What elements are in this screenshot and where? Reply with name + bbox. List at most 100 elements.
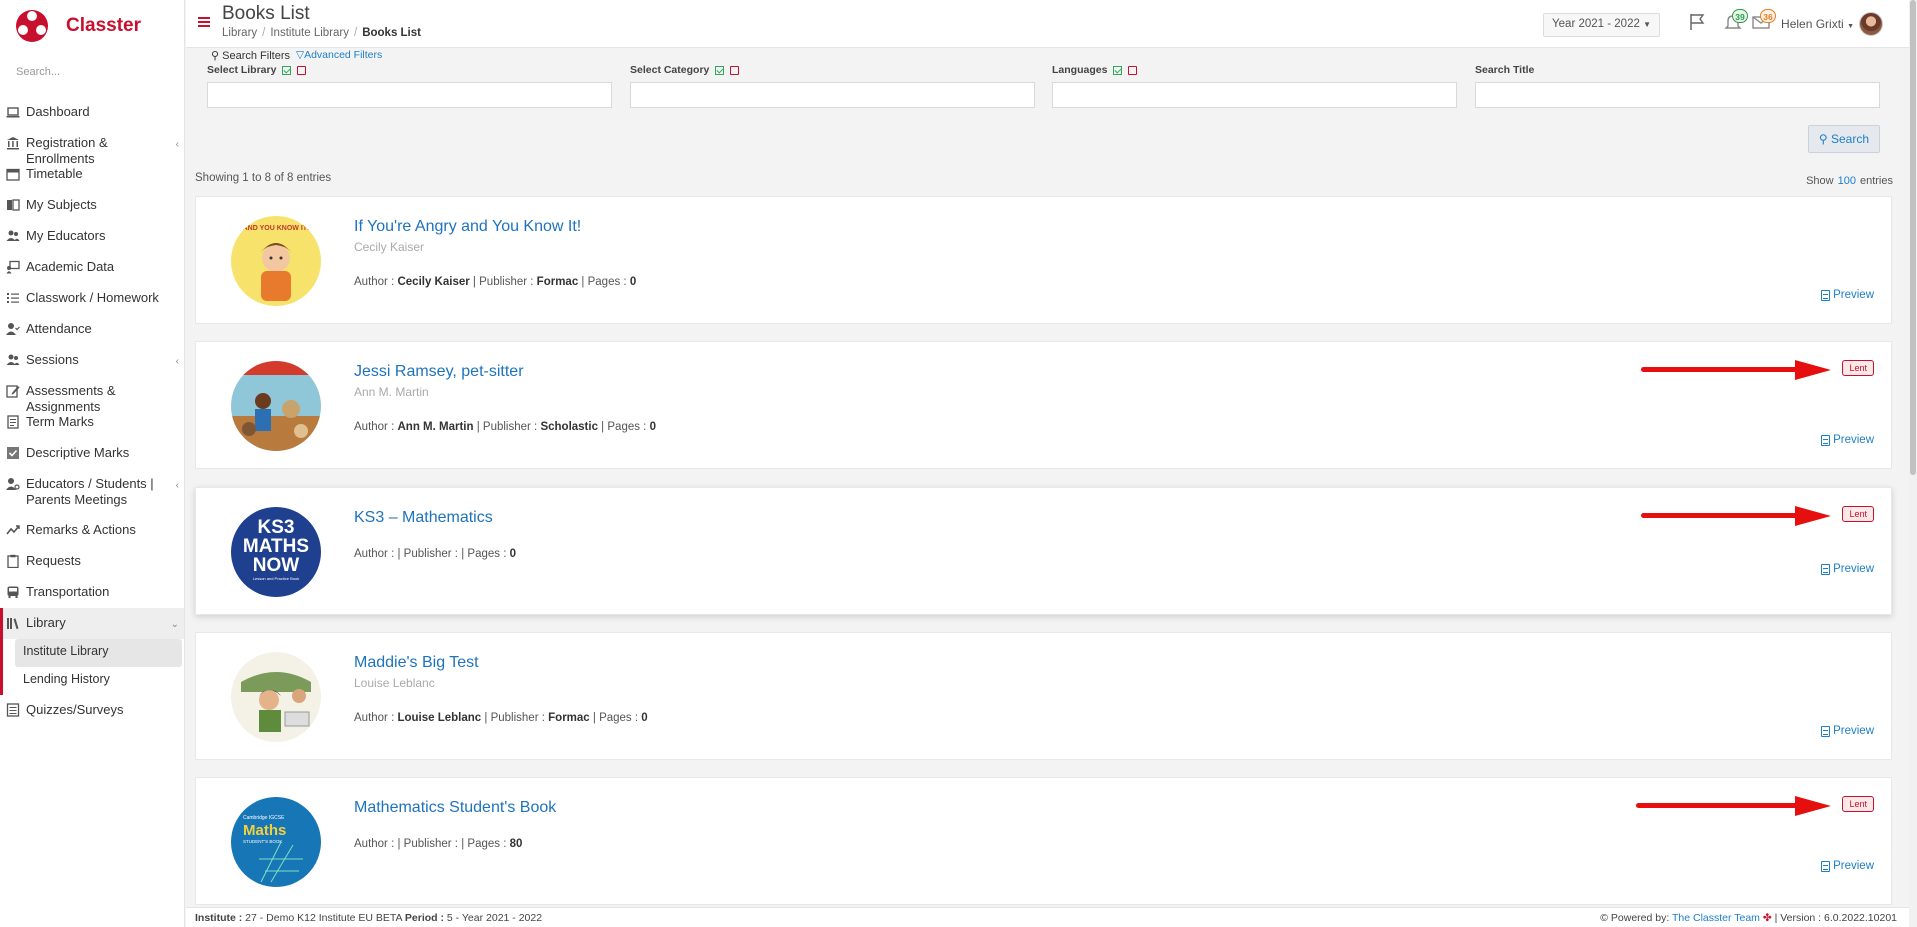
- filter-library-label: Select Library: [207, 64, 277, 76]
- sidebar-item-assessments[interactable]: Assessments & Assignments: [0, 376, 184, 414]
- cover-subtext: Lesson and Practice Book: [253, 576, 299, 581]
- select-all-icon[interactable]: [715, 65, 725, 75]
- sidebar-item-transportation[interactable]: Transportation: [0, 577, 184, 608]
- sidebar-item-label: Educators / Students | Parents Meetings: [26, 476, 154, 507]
- year-selector-value: Year 2021 - 2022: [1552, 18, 1640, 30]
- author-label: Author :: [354, 276, 395, 288]
- sidebar-item-descriptive-marks[interactable]: Descriptive Marks: [0, 438, 184, 469]
- author-label: Author :: [354, 548, 395, 560]
- publisher-label: Publisher :: [403, 838, 459, 850]
- sidebar-item-quizzes[interactable]: Quizzes/Surveys: [0, 695, 184, 726]
- classter-team-link[interactable]: The Classter Team: [1672, 912, 1760, 924]
- book-card: Maddie's Big Test Louise Leblanc Author …: [195, 632, 1892, 760]
- sidebar-item-registration[interactable]: Registration & Enrollments ‹: [0, 128, 184, 166]
- preview-link[interactable]: Preview: [1821, 860, 1874, 872]
- breadcrumb-institute-library[interactable]: Institute Library: [270, 27, 349, 39]
- edit-icon: [6, 385, 20, 398]
- filter-category-label: Select Category: [630, 64, 710, 76]
- sidebar-item-my-educators[interactable]: My Educators: [0, 221, 184, 252]
- scrollbar-thumb[interactable]: [1910, 0, 1916, 475]
- book-title-link[interactable]: Maddie's Big Test: [354, 654, 479, 672]
- brand[interactable]: Classter: [0, 0, 184, 52]
- preview-label: Preview: [1833, 563, 1874, 575]
- tab-search-filters[interactable]: ⚲ Search Filters: [211, 49, 290, 62]
- book-icon: [7, 199, 20, 211]
- sidebar-item-label: My Subjects: [26, 197, 97, 212]
- red-arrow-annotation: [1641, 506, 1831, 526]
- select-all-icon[interactable]: [1113, 65, 1123, 75]
- book-cover-image[interactable]: [231, 652, 321, 742]
- search-button[interactable]: ⚲ Search: [1807, 125, 1880, 153]
- sidebar-item-remarks[interactable]: Remarks & Actions: [0, 515, 184, 546]
- title-search-input[interactable]: [1475, 82, 1880, 108]
- book-cover-image[interactable]: Cambridge IGCSE Maths STUDENT'S BOOK: [231, 797, 321, 887]
- sidebar-item-attendance[interactable]: Attendance: [0, 314, 184, 345]
- publisher-value: Formac: [536, 276, 579, 288]
- sidebar-search-input[interactable]: Search...: [16, 66, 184, 82]
- cover-now-text: NOW: [253, 555, 300, 576]
- book-title-link[interactable]: KS3 – Mathematics: [354, 509, 493, 527]
- book-meta: Author : | Publisher : | Pages : 0: [354, 548, 517, 560]
- tab-advanced-filters[interactable]: ▽Advanced Filters: [296, 49, 382, 62]
- book-title-link[interactable]: Mathematics Student's Book: [354, 799, 556, 817]
- sidebar-item-timetable[interactable]: Timetable: [0, 159, 184, 190]
- red-arrow-annotation: [1641, 360, 1831, 380]
- preview-link[interactable]: Preview: [1821, 563, 1874, 575]
- page-scrollbar[interactable]: [1909, 0, 1917, 927]
- sidebar-item-sessions[interactable]: Sessions ‹: [0, 345, 184, 376]
- languages-select[interactable]: [1052, 82, 1457, 108]
- period-value: 5 - Year 2021 - 2022: [446, 912, 543, 924]
- sidebar-item-requests[interactable]: Requests: [0, 546, 184, 577]
- chevron-left-icon: ‹: [175, 480, 179, 491]
- select-all-icon[interactable]: [282, 65, 292, 75]
- sidebar-subitem-lending-history[interactable]: Lending History: [3, 667, 184, 695]
- search-icon: ⚲: [211, 50, 220, 62]
- pages-value: 0: [629, 276, 637, 288]
- sidebar-item-my-subjects[interactable]: My Subjects: [0, 190, 184, 221]
- book-card: KS3 MATHS NOW Lesson and Practice Book K…: [195, 487, 1892, 615]
- publisher-label: Publisher :: [490, 712, 545, 724]
- filter-library: Select Library: [207, 63, 612, 108]
- sidebar-subitem-institute-library[interactable]: Institute Library: [15, 639, 182, 667]
- deselect-all-icon[interactable]: [1128, 65, 1138, 75]
- book-title-link[interactable]: Jessi Ramsey, pet-sitter: [354, 363, 524, 381]
- tab-search-filters-label: Search Filters: [222, 50, 290, 62]
- preview-link[interactable]: Preview: [1821, 725, 1874, 737]
- book-title-link[interactable]: If You're Angry and You Know It!: [354, 218, 581, 236]
- book-meta: Author : Ann M. Martin | Publisher : Sch…: [354, 421, 656, 433]
- pages-label: Pages :: [587, 276, 627, 288]
- notifications-button[interactable]: 39: [1723, 9, 1748, 32]
- sidebar-item-meetings[interactable]: Educators / Students | Parents Meetings …: [0, 469, 184, 515]
- page-size-select[interactable]: 100: [1838, 175, 1856, 187]
- book-cover-image[interactable]: KS3 MATHS NOW Lesson and Practice Book: [231, 507, 321, 597]
- flag-icon[interactable]: [1687, 12, 1707, 32]
- messages-button[interactable]: 36: [1751, 9, 1776, 32]
- search-button-label: Search: [1830, 132, 1869, 146]
- deselect-all-icon[interactable]: [297, 65, 307, 75]
- preview-link[interactable]: Preview: [1821, 289, 1874, 301]
- breadcrumb-library[interactable]: Library: [222, 27, 257, 39]
- footer: Institute : 27 - Demo K12 Institute EU B…: [186, 907, 1917, 927]
- library-select[interactable]: [207, 82, 612, 108]
- avatar[interactable]: [1859, 12, 1883, 36]
- book-cover-image[interactable]: [231, 361, 321, 451]
- year-selector[interactable]: Year 2021 - 2022 ▼: [1543, 13, 1660, 37]
- sidebar-item-library[interactable]: Library ⌄: [0, 608, 184, 639]
- sidebar-item-dashboard[interactable]: Dashboard: [0, 97, 184, 128]
- sidebar-item-academic-data[interactable]: Academic Data: [0, 252, 184, 283]
- book-cover-image[interactable]: AND YOU KNOW IT!: [231, 216, 321, 306]
- pages-label: Pages :: [599, 712, 639, 724]
- sidebar-item-term-marks[interactable]: Term Marks: [0, 407, 184, 438]
- sidebar: Classter Search... Dashboard Registratio…: [0, 0, 185, 927]
- sidebar-item-label: Attendance: [26, 321, 92, 336]
- sidebar-item-label: Descriptive Marks: [26, 445, 130, 460]
- sidebar-item-classwork[interactable]: Classwork / Homework: [0, 283, 184, 314]
- preview-link[interactable]: Preview: [1821, 434, 1874, 446]
- chart-line-icon: [6, 525, 20, 535]
- deselect-all-icon[interactable]: [730, 65, 740, 75]
- user-menu[interactable]: Helen Grixti ▼: [1781, 17, 1854, 31]
- category-select[interactable]: [630, 82, 1035, 108]
- sidebar-nav: Dashboard Registration & Enrollments ‹ T…: [0, 97, 184, 726]
- institution-icon: [7, 137, 19, 150]
- menu-toggle-icon[interactable]: [198, 17, 210, 27]
